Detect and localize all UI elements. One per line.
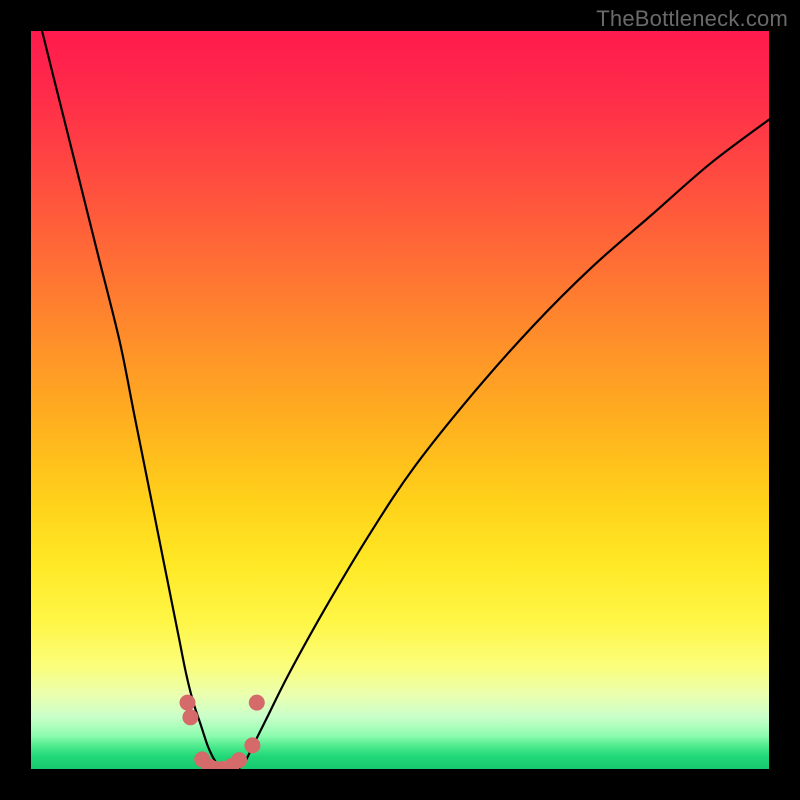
chart-frame: TheBottleneck.com — [0, 0, 800, 800]
trough-dot — [182, 709, 198, 725]
watermark-text: TheBottleneck.com — [596, 6, 788, 32]
trough-dot — [244, 737, 260, 753]
trough-dot — [180, 695, 196, 711]
trough-dot — [231, 752, 247, 768]
trough-markers — [180, 695, 265, 769]
curve-layer — [31, 31, 769, 769]
plot-area — [31, 31, 769, 769]
bottleneck-curve — [31, 31, 769, 769]
trough-dot — [249, 695, 265, 711]
